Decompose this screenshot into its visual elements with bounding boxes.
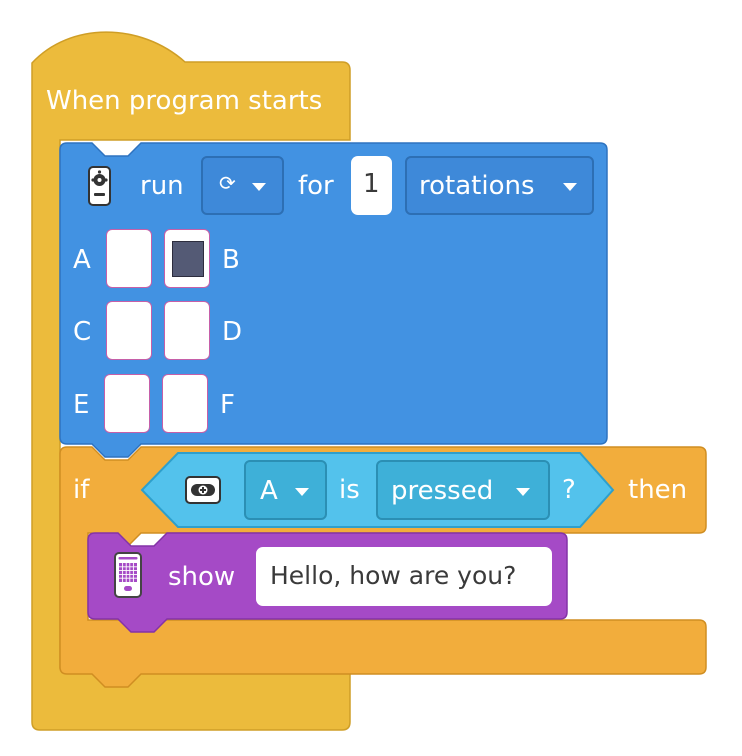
is-label: is [339,475,360,505]
port-label-f: F [220,390,235,420]
port-c-toggle[interactable] [106,301,152,360]
port-e-toggle[interactable] [104,374,150,433]
if-label: if [73,475,90,505]
chevron-down-icon [252,183,266,191]
unit-label: rotations [419,171,535,201]
port-b-selected-indicator [172,241,204,277]
chevron-down-icon [295,488,309,496]
clockwise-arrow-icon: ⟳ [219,171,236,195]
chevron-down-icon [563,183,577,191]
port-label-b: B [222,245,240,275]
unit-dropdown[interactable]: rotations [405,156,594,215]
question-mark: ? [562,475,576,505]
port-label-a: A [73,245,91,275]
rotation-amount-input[interactable]: 1 [351,156,392,215]
port-label-e: E [73,390,90,420]
run-label: run [140,171,184,201]
direction-dropdown[interactable]: ⟳ [201,156,284,215]
then-label: then [628,475,688,505]
sensor-state-dropdown[interactable]: pressed [376,460,550,520]
light-matrix-icon [114,552,142,598]
sensor-port-value: A [260,476,278,506]
multi-motor-icon [88,166,111,206]
show-label: show [168,562,236,592]
port-b-toggle[interactable] [164,229,210,288]
port-f-toggle[interactable] [162,374,208,433]
port-d-toggle[interactable] [164,301,210,360]
for-label: for [298,171,334,201]
hat-block-label: When program starts [46,86,323,116]
sensor-state-value: pressed [391,476,494,506]
display-text-value: Hello, how are you? [270,561,517,590]
display-text-input[interactable]: Hello, how are you? [256,547,552,606]
port-label-c: C [73,317,92,347]
force-sensor-icon [185,476,221,504]
sensor-port-dropdown[interactable]: A [244,460,327,520]
port-label-d: D [222,317,243,347]
chevron-down-icon [516,488,530,496]
port-a-toggle[interactable] [106,229,152,288]
